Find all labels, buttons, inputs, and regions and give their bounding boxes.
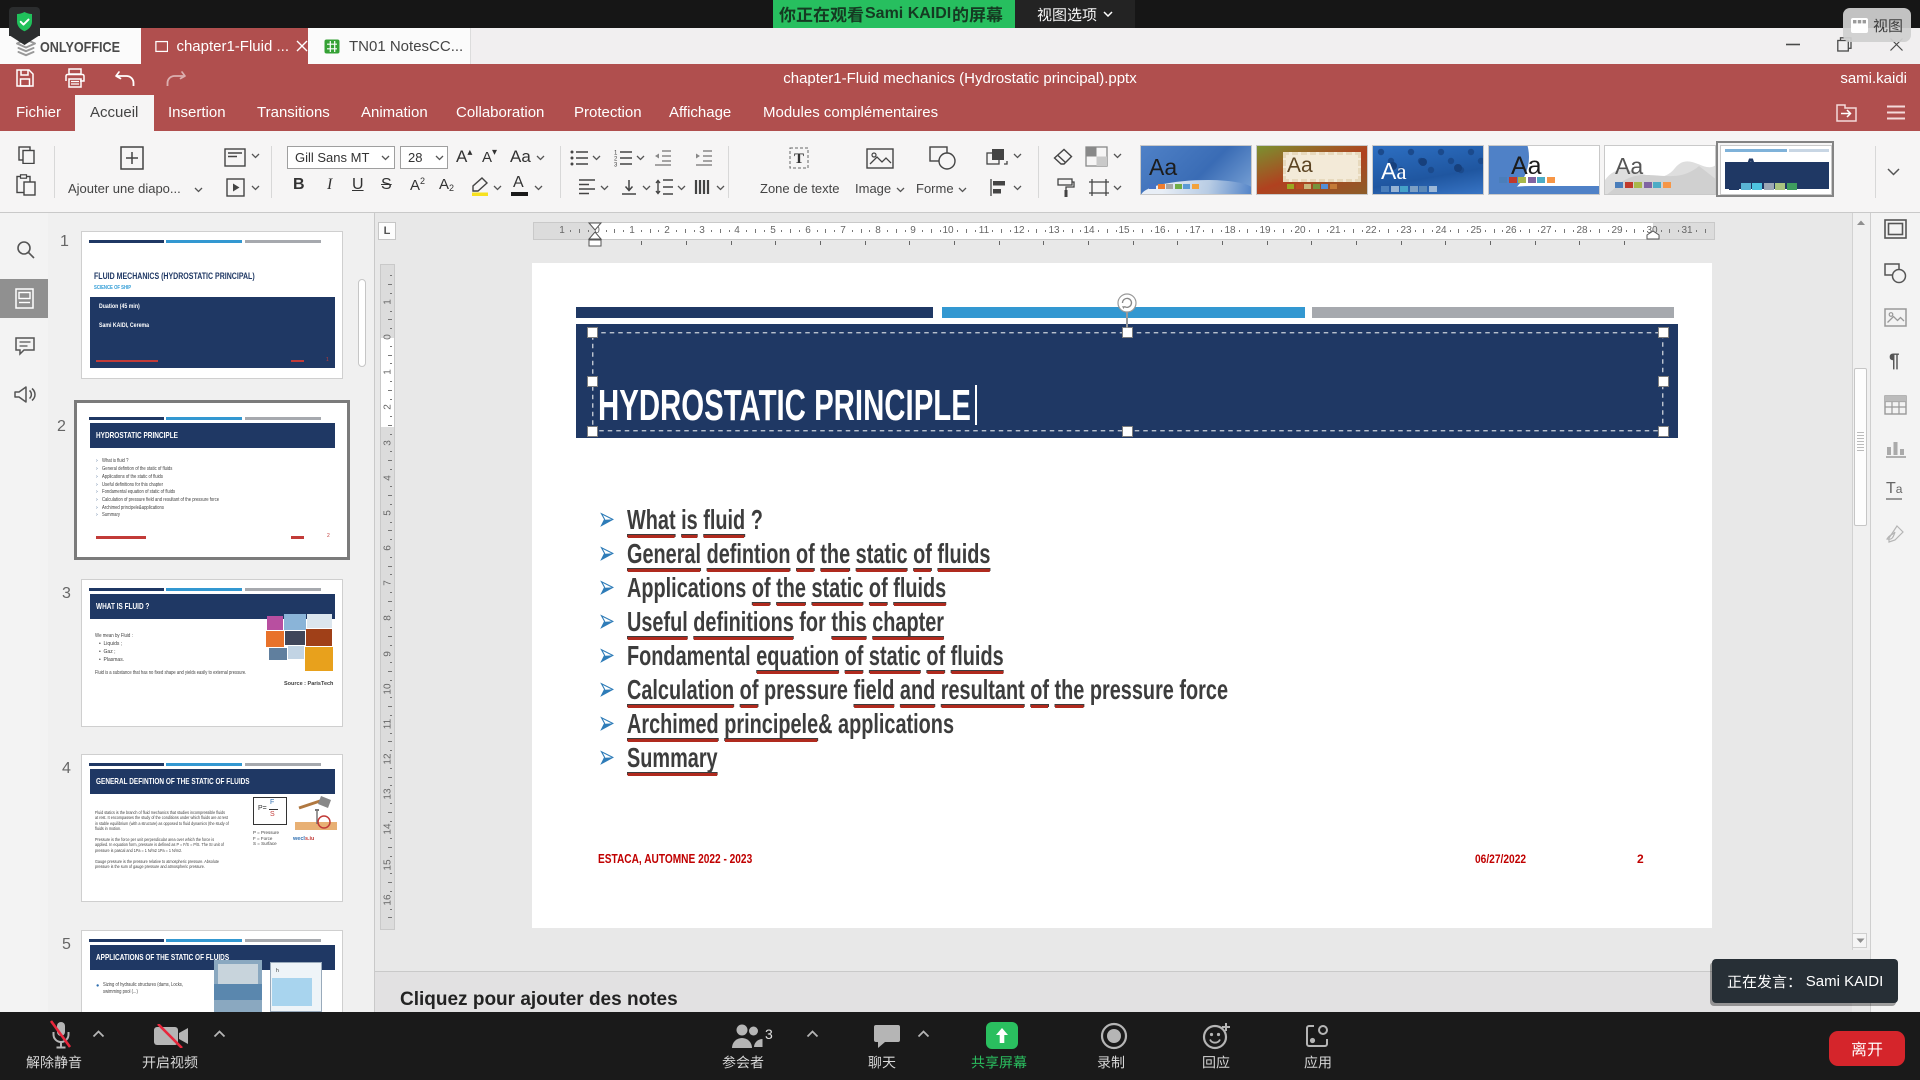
- svg-text:3: 3: [614, 163, 618, 169]
- svg-text:T: T: [794, 151, 804, 167]
